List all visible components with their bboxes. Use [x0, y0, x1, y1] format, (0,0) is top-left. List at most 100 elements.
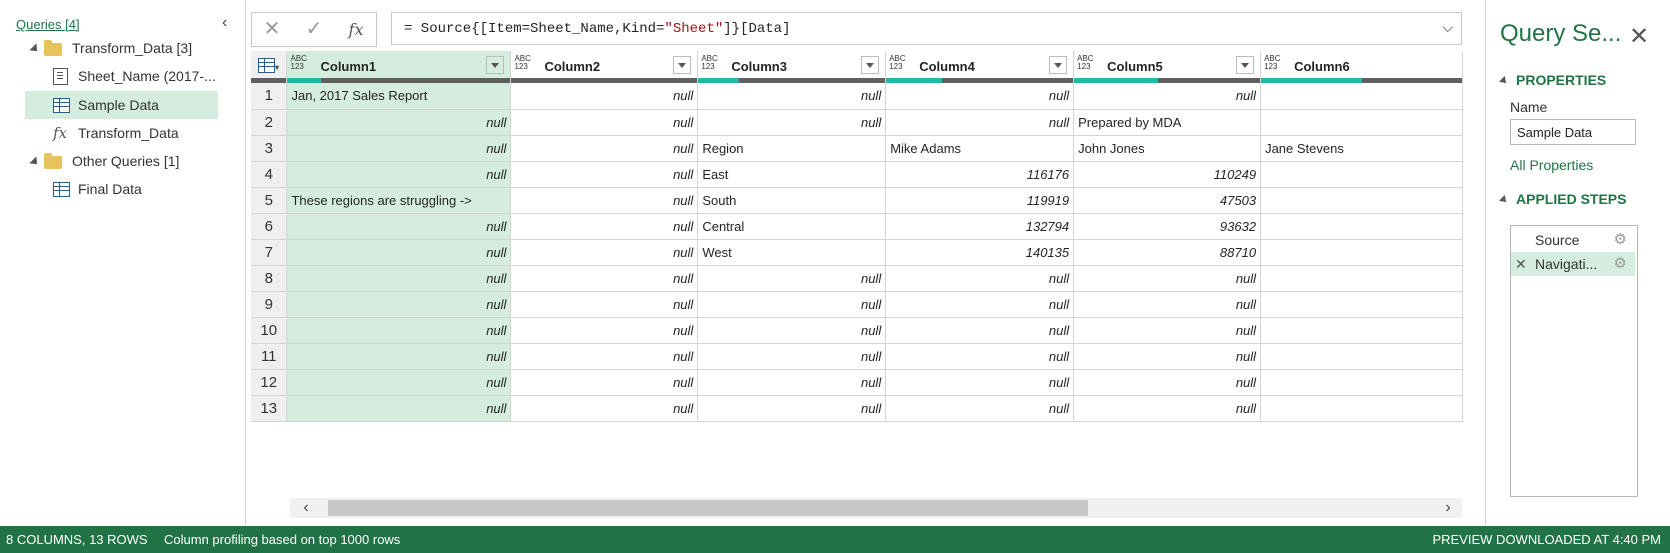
gear-icon[interactable]: ⚙	[1614, 228, 1627, 252]
table-cell[interactable]: null	[1073, 369, 1262, 396]
table-cell[interactable]: null	[286, 317, 512, 344]
scrollbar-thumb[interactable]	[328, 500, 1088, 516]
table-cell[interactable]	[1260, 239, 1463, 266]
type-any-icon[interactable]: ABC 123	[290, 55, 306, 71]
table-cell[interactable]: null	[1073, 83, 1262, 110]
table-cell[interactable]	[1260, 109, 1463, 136]
table-cell[interactable]	[1260, 83, 1463, 110]
table-cell[interactable]: null	[885, 343, 1075, 370]
table-cell[interactable]: null	[885, 395, 1075, 422]
table-cell[interactable]: null	[697, 395, 887, 422]
table-cell[interactable]: null	[510, 135, 699, 162]
delete-step-icon[interactable]: ✕	[1515, 252, 1527, 276]
applied-step-source[interactable]: Source ⚙	[1511, 228, 1635, 252]
gear-icon[interactable]: ⚙	[1614, 252, 1627, 276]
type-any-icon[interactable]: ABC 123	[514, 55, 530, 71]
table-cell[interactable]: null	[510, 395, 699, 422]
query-name-field[interactable]: Sample Data	[1510, 119, 1636, 145]
formula-input[interactable]: = Source{[Item=Sheet_Name,Kind="Sheet"]}…	[391, 12, 1462, 45]
table-cell[interactable]	[1260, 161, 1463, 188]
table-cell[interactable]: null	[286, 265, 512, 292]
query-item-sample-data[interactable]: Sample Data	[25, 91, 218, 119]
table-cell[interactable]: null	[1073, 291, 1262, 318]
query-group-transform-data[interactable]: Transform_Data [3]	[29, 34, 230, 62]
table-cell[interactable]: null	[510, 187, 699, 214]
table-cell[interactable]: John Jones	[1073, 135, 1262, 162]
type-any-icon[interactable]: ABC 123	[1264, 55, 1280, 71]
table-cell[interactable]: null	[286, 135, 512, 162]
table-cell[interactable]: null	[697, 291, 887, 318]
column-header-6[interactable]: ABC 123 Column6	[1260, 51, 1463, 83]
row-number[interactable]: 13	[251, 395, 288, 422]
query-item-sheet-name[interactable]: Sheet_Name (2017-...	[25, 62, 218, 90]
table-cell[interactable]: null	[286, 369, 512, 396]
table-cell[interactable]	[1260, 291, 1463, 318]
table-cell[interactable]: null	[885, 83, 1075, 110]
table-cell[interactable]: null	[510, 369, 699, 396]
type-any-icon[interactable]: ABC 123	[701, 55, 717, 71]
table-cell[interactable]: null	[510, 343, 699, 370]
table-cell[interactable]: null	[885, 265, 1075, 292]
row-number[interactable]: 4	[251, 161, 288, 188]
type-any-icon[interactable]: ABC 123	[889, 55, 905, 71]
table-cell[interactable]: null	[286, 343, 512, 370]
column-filter-dropdown[interactable]	[673, 56, 692, 74]
column-header-5[interactable]: ABC 123 Column5	[1073, 51, 1262, 83]
close-icon[interactable]: ✕	[1629, 22, 1649, 51]
row-number[interactable]: 2	[251, 109, 288, 136]
query-group-other-queries[interactable]: Other Queries [1]	[29, 147, 230, 175]
table-cell[interactable]	[1260, 265, 1463, 292]
row-number[interactable]: 5	[251, 187, 288, 214]
scroll-left-icon[interactable]: ‹	[296, 498, 316, 518]
column-filter-dropdown[interactable]	[861, 56, 880, 74]
table-cell[interactable]	[1260, 395, 1463, 422]
table-cell[interactable]: null	[1073, 395, 1262, 422]
row-number[interactable]: 7	[251, 239, 288, 266]
commit-icon[interactable]: ✓	[294, 13, 334, 46]
table-cell[interactable]: null	[697, 265, 887, 292]
table-cell[interactable]: null	[510, 161, 699, 188]
table-cell[interactable]: null	[510, 265, 699, 292]
table-cell[interactable]: null	[1073, 317, 1262, 344]
collapse-pane-icon[interactable]: ‹	[222, 14, 236, 32]
column-filter-dropdown[interactable]	[486, 56, 505, 74]
table-cell[interactable]: null	[286, 161, 512, 188]
table-cell[interactable]: Region	[697, 135, 887, 162]
table-cell[interactable]: null	[510, 291, 699, 318]
query-item-transform-data-function[interactable]: fx Transform_Data	[25, 119, 218, 147]
table-cell[interactable]: null	[697, 369, 887, 396]
row-number[interactable]: 12	[251, 369, 288, 396]
table-cell[interactable]: null	[697, 83, 887, 110]
table-cell[interactable]: 110249	[1073, 161, 1262, 188]
table-menu-button[interactable]: ▾	[251, 51, 288, 83]
row-number[interactable]: 8	[251, 265, 288, 292]
query-item-final-data[interactable]: Final Data	[25, 175, 218, 203]
table-cell[interactable]: Mike Adams	[885, 135, 1075, 162]
table-cell[interactable]: Prepared by MDA	[1073, 109, 1262, 136]
column-header-3[interactable]: ABC 123 Column3	[697, 51, 887, 83]
table-cell[interactable]: 119919	[885, 187, 1075, 214]
column-filter-dropdown[interactable]	[1049, 56, 1068, 74]
table-cell[interactable]: 132794	[885, 213, 1075, 240]
table-cell[interactable]: null	[510, 109, 699, 136]
table-cell[interactable]: 93632	[1073, 213, 1262, 240]
row-number[interactable]: 11	[251, 343, 288, 370]
row-number[interactable]: 10	[251, 317, 288, 344]
table-cell[interactable]: null	[286, 291, 512, 318]
all-properties-link[interactable]: All Properties	[1510, 157, 1593, 173]
table-cell[interactable]: null	[286, 239, 512, 266]
insert-function-icon[interactable]: fx	[336, 13, 376, 46]
table-cell[interactable]: null	[885, 291, 1075, 318]
table-cell[interactable]: null	[510, 317, 699, 344]
table-cell[interactable]	[1260, 187, 1463, 214]
queries-header[interactable]: Queries [4]	[16, 17, 80, 32]
type-any-icon[interactable]: ABC 123	[1077, 55, 1093, 71]
table-cell[interactable]: null	[1073, 343, 1262, 370]
row-number[interactable]: 1	[251, 83, 288, 110]
table-cell[interactable]	[1260, 343, 1463, 370]
table-cell[interactable]: 116176	[885, 161, 1075, 188]
table-cell[interactable]: null	[885, 109, 1075, 136]
table-cell[interactable]: null	[885, 369, 1075, 396]
table-cell[interactable]	[1260, 213, 1463, 240]
status-profiling[interactable]: Column profiling based on top 1000 rows	[164, 526, 400, 553]
